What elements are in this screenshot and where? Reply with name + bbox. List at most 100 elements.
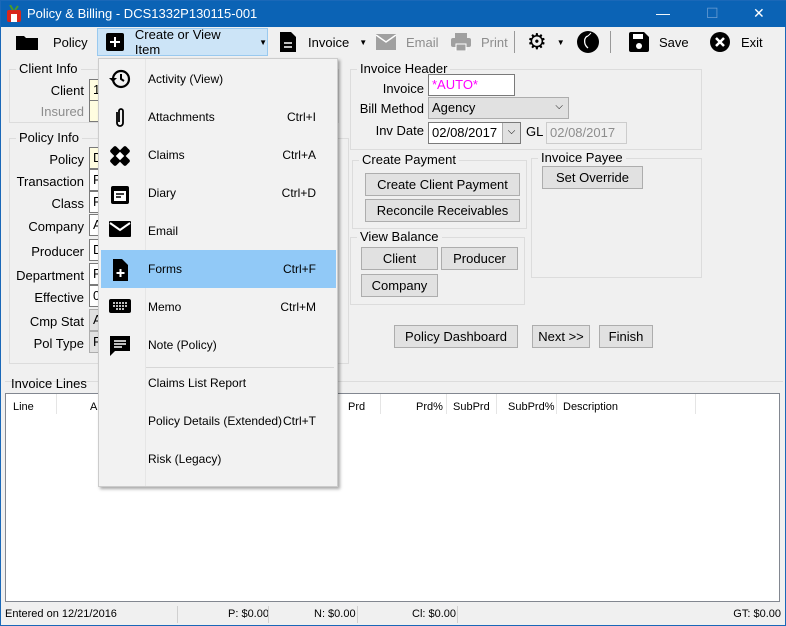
reconcile-receivables-button[interactable]: Reconcile Receivables <box>365 199 520 222</box>
toolbar-separator <box>610 31 611 53</box>
column-header-subprd-pct[interactable]: SubPrd% <box>508 401 554 413</box>
menu-item-shortcut: Ctrl+M <box>280 300 316 314</box>
status-divider <box>357 606 358 623</box>
save-label: Save <box>659 34 689 50</box>
column-header-prd[interactable]: Prd <box>348 401 365 413</box>
print-button[interactable]: Print <box>451 28 508 56</box>
menu-item-label: Risk (Legacy) <box>148 452 222 466</box>
create-or-view-item-button[interactable]: Create or View Item ▼ <box>97 27 268 57</box>
chevron-down-icon: ▼ <box>259 37 267 47</box>
menu-item-risk-legacy[interactable]: Risk (Legacy) <box>101 440 336 478</box>
title-bar: Policy & Billing - DCS1332P130115-001 — … <box>1 1 786 27</box>
menu-item-policy-details-extended[interactable]: Policy Details (Extended) Ctrl+T <box>101 402 336 440</box>
inv-date-value: 02/08/2017 <box>432 125 498 140</box>
column-header-subprd[interactable]: SubPrd <box>453 401 490 413</box>
policy-billing-window: Policy & Billing - DCS1332P130115-001 — … <box>0 0 786 626</box>
cl-total: Cl: $0.00 <box>412 608 457 620</box>
menu-item-label: Memo <box>148 300 182 314</box>
next-button[interactable]: Next >> <box>532 325 590 348</box>
menu-item-attachments[interactable]: Attachments Ctrl+I <box>101 98 336 136</box>
policy-menu-button[interactable]: Policy▼ <box>15 28 106 56</box>
menu-item-shortcut: Ctrl+D <box>281 186 316 200</box>
menu-item-shortcut: Ctrl+A <box>282 148 316 162</box>
menu-item-shortcut: Ctrl+T <box>283 414 316 428</box>
column-separator <box>695 394 696 414</box>
policy-label: Policy <box>53 34 88 50</box>
menu-item-label: Attachments <box>148 110 215 124</box>
grand-total: GT: $0.00 <box>733 608 781 620</box>
email-button[interactable]: Email <box>376 28 439 56</box>
set-override-button[interactable]: Set Override <box>542 166 643 189</box>
menu-item-activity-view[interactable]: Activity (View) <box>101 60 336 98</box>
producer-balance-button[interactable]: Producer <box>441 247 518 270</box>
peach-logo-icon <box>577 31 599 53</box>
menu-item-claims[interactable]: Claims Ctrl+A <box>101 136 336 174</box>
company-balance-button[interactable]: Company <box>361 274 438 297</box>
minimize-button[interactable]: — <box>656 5 670 21</box>
create-payment-title: Create Payment <box>359 152 459 167</box>
menu-separator <box>146 367 334 368</box>
menu-item-label: Policy Details (Extended) <box>148 414 283 428</box>
menu-item-shortcut: Ctrl+F <box>283 262 316 276</box>
status-divider <box>177 606 178 623</box>
history-icon <box>109 69 131 89</box>
finish-button[interactable]: Finish <box>599 325 653 348</box>
invoice-input[interactable]: *AUTO* <box>428 74 515 96</box>
calendar-icon <box>109 183 131 204</box>
invoice-menu-button[interactable]: Invoice ▼ <box>280 28 367 56</box>
create-or-view-item-menu: Activity (View) Attachments Ctrl+I Claim… <box>98 58 338 487</box>
menu-item-memo[interactable]: Memo Ctrl+M <box>101 288 336 326</box>
menu-item-forms[interactable]: Forms Ctrl+F <box>101 250 336 288</box>
premium-total: P: $0.00 <box>228 608 269 620</box>
menu-item-note-policy[interactable]: Note (Policy) <box>101 326 336 364</box>
document-icon <box>280 32 296 52</box>
settings-button[interactable]: ⚙ ▼ <box>527 28 565 56</box>
menu-item-claims-list-report[interactable]: Claims List Report <box>101 364 336 402</box>
window-title: Policy & Billing - DCS1332P130115-001 <box>27 6 258 21</box>
bill-method-select[interactable]: Agency ⌵ <box>428 97 569 119</box>
toolbar: Policy▼ Create or View Item▼ Invoice▼ Em… <box>1 27 786 57</box>
menu-item-email[interactable]: Email <box>101 212 336 250</box>
save-button[interactable]: Save <box>629 28 689 56</box>
menu-item-label: Diary <box>148 186 177 200</box>
keyboard-icon <box>109 297 131 317</box>
exit-button[interactable]: Exit <box>709 28 763 56</box>
print-label: Print <box>481 34 508 50</box>
gear-icon: ⚙ <box>527 29 547 54</box>
column-header-description[interactable]: Description <box>563 401 618 413</box>
column-header-line[interactable]: Line <box>13 401 34 413</box>
close-button[interactable]: ✕ <box>753 5 765 22</box>
envelope-icon <box>376 34 396 50</box>
toolbar-separator <box>514 31 515 53</box>
exit-label: Exit <box>741 34 763 50</box>
client-balance-button[interactable]: Client <box>361 247 438 270</box>
calendar-dropdown-icon[interactable]: ⌵ <box>502 123 520 143</box>
policy-dashboard-button[interactable]: Policy Dashboard <box>394 325 518 348</box>
bandage-icon <box>109 145 131 166</box>
invoice-lines-title: Invoice Lines <box>11 376 87 391</box>
create-client-payment-button[interactable]: Create Client Payment <box>365 173 520 196</box>
cmp-stat-label: Cmp Stat <box>29 314 84 329</box>
peach-button[interactable] <box>576 28 600 56</box>
pol-type-label: Pol Type <box>33 336 84 351</box>
menu-item-label: Note (Policy) <box>148 338 217 352</box>
menu-item-label: Activity (View) <box>148 72 224 86</box>
column-header-prd-pct[interactable]: Prd% <box>416 401 443 413</box>
floppy-disk-icon <box>629 32 649 52</box>
menu-item-label: Claims <box>148 148 185 162</box>
gl-date-input: 02/08/2017 <box>546 122 627 144</box>
printer-icon <box>451 33 471 51</box>
folder-icon <box>16 36 38 50</box>
maximize-button[interactable]: ☐ <box>706 5 719 22</box>
inv-date-picker[interactable]: 02/08/2017 ⌵ <box>428 122 521 144</box>
column-header-a[interactable]: A <box>90 401 97 413</box>
client-info-title: Client Info <box>16 61 81 76</box>
chevron-down-icon: ⌵ <box>555 101 563 112</box>
status-divider <box>457 606 458 623</box>
column-separator <box>380 394 381 414</box>
column-separator <box>446 394 447 414</box>
entered-date-status: Entered on 12/21/2016 <box>5 608 117 620</box>
transaction-label: Transaction <box>16 174 84 189</box>
menu-item-diary[interactable]: Diary Ctrl+D <box>101 174 336 212</box>
file-plus-icon <box>109 259 131 281</box>
